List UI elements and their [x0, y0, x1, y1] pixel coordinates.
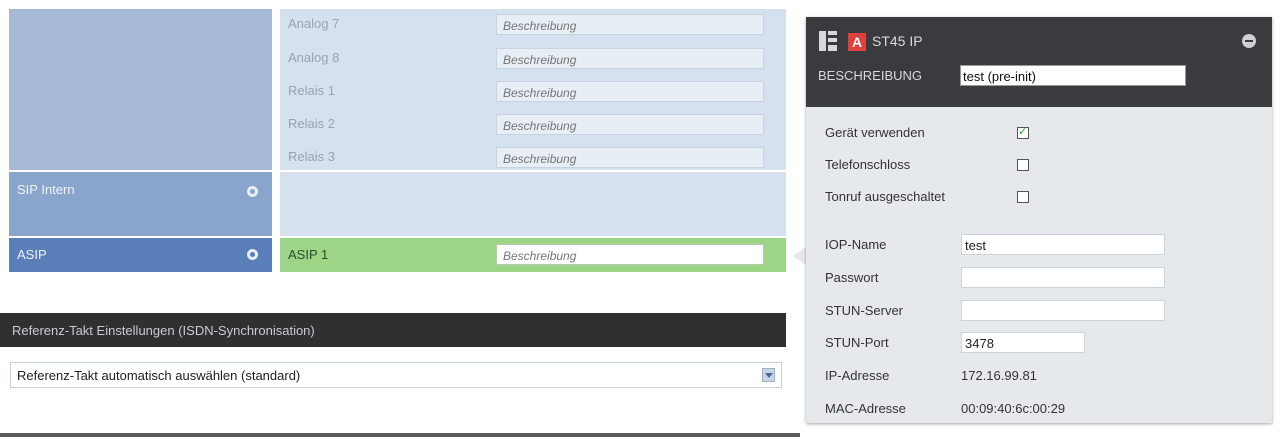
device-icon — [819, 31, 837, 51]
port-list: Analog 7 Analog 8 Relais 1 Relais 2 Rela… — [280, 9, 786, 170]
select-value: Referenz-Takt automatisch auswählen (sta… — [17, 368, 301, 383]
gear-icon[interactable] — [247, 186, 258, 197]
sidebar-item-label: SIP Intern — [17, 182, 75, 197]
field-label: MAC-Adresse — [825, 401, 906, 416]
section-header: Referenz-Takt Einstellungen (ISDN-Synchr… — [0, 313, 786, 347]
port-label: Relais 1 — [288, 83, 335, 98]
sidebar-item-asip[interactable]: ASIP — [9, 238, 272, 272]
description-input[interactable] — [496, 81, 764, 102]
iop-name-input[interactable] — [961, 234, 1165, 255]
check-label: Telefonschloss — [825, 157, 911, 172]
description-field[interactable] — [960, 65, 1186, 86]
sidebar-item-label: ASIP — [17, 247, 47, 262]
description-input[interactable] — [496, 48, 764, 69]
gear-icon[interactable] — [247, 249, 258, 260]
description-label: BESCHREIBUNG — [818, 68, 923, 83]
check-label: Gerät verwenden — [825, 125, 925, 140]
asip-row-selected[interactable]: ASIP 1 — [280, 238, 786, 272]
field-label: STUN-Port — [825, 335, 889, 350]
mac-address-value: 00:09:40:6c:00:29 — [961, 401, 1066, 416]
stun-port-input[interactable] — [961, 332, 1085, 353]
description-input[interactable] — [496, 147, 764, 168]
popup-pointer — [793, 246, 807, 266]
device-settings-panel: A ST45 IP BESCHREIBUNG Gerät verwenden T… — [806, 17, 1272, 423]
port-label: Analog 7 — [288, 16, 340, 31]
stun-server-input[interactable] — [961, 300, 1165, 321]
field-label: IOP-Name — [825, 237, 887, 252]
chevron-down-icon[interactable] — [762, 368, 775, 382]
field-label: STUN-Server — [825, 303, 904, 318]
port-label: Relais 3 — [288, 149, 335, 164]
field-label: IP-Adresse — [825, 368, 890, 383]
password-input[interactable] — [961, 267, 1165, 288]
checkbox-use-device[interactable] — [1017, 125, 1029, 139]
panel-header: A ST45 IP BESCHREIBUNG — [806, 17, 1272, 107]
collapse-icon[interactable] — [1242, 34, 1256, 48]
port-label: Analog 8 — [288, 50, 340, 65]
checkbox-phone-lock[interactable] — [1017, 159, 1029, 171]
field-label: Passwort — [825, 270, 879, 285]
checkbox-ringer-off[interactable] — [1017, 191, 1029, 203]
description-input[interactable] — [496, 244, 764, 265]
port-label: Relais 2 — [288, 116, 335, 131]
left-panel-top — [9, 9, 272, 170]
check-label: Tonruf ausgeschaltet — [825, 189, 945, 204]
alarm-badge-icon: A — [848, 33, 866, 51]
description-input[interactable] — [496, 14, 764, 35]
description-input[interactable] — [496, 114, 764, 135]
port-label: ASIP 1 — [288, 247, 329, 262]
divider — [0, 433, 800, 437]
sidebar-item-sip-intern[interactable]: SIP Intern — [9, 172, 272, 236]
panel-title: ST45 IP — [872, 33, 923, 49]
reference-clock-select[interactable]: Referenz-Takt automatisch auswählen (sta… — [10, 362, 782, 388]
sip-intern-area — [280, 172, 786, 236]
ip-address-value: 172.16.99.81 — [961, 368, 1037, 383]
